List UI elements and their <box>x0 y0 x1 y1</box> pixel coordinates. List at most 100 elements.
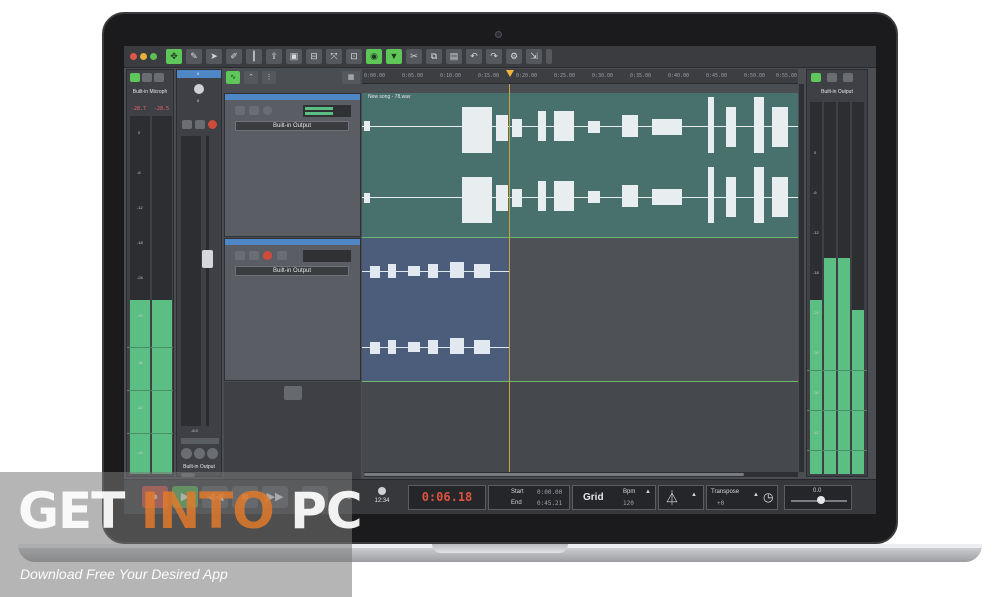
db-scale-label: 0 <box>814 150 817 155</box>
meter-divider <box>127 390 173 391</box>
end-value[interactable]: 0:45.21 <box>537 500 562 507</box>
metronome-icon[interactable]: ⏃ <box>665 488 679 508</box>
counter-value: 12:34 <box>374 498 390 504</box>
master-meter-3-level <box>838 258 850 474</box>
send-knob-icon[interactable] <box>194 448 205 459</box>
track-header-1[interactable]: Built-in Output <box>224 93 361 237</box>
undo-icon[interactable]: ↶ <box>466 49 482 64</box>
master-minus-button[interactable] <box>827 73 837 82</box>
mute-button[interactable] <box>182 120 192 129</box>
add-track-button[interactable] <box>284 386 302 400</box>
send-knob-icon[interactable] <box>181 448 192 459</box>
pencil-tool-icon[interactable]: ✎ <box>186 49 202 64</box>
ruler-tick: 0:00.00 <box>364 73 386 79</box>
track-2-solo-button[interactable] <box>249 251 259 260</box>
audio-clip-2[interactable] <box>362 238 509 381</box>
vertical-scrollbar[interactable] <box>799 84 804 472</box>
track-2-lane[interactable] <box>509 238 798 381</box>
snap-icon[interactable]: ◉ <box>366 49 382 64</box>
master-meter-2-level <box>824 258 836 474</box>
ruler-tick: 0:15.00 <box>478 73 500 79</box>
db-scale-label: -6 <box>813 190 817 195</box>
counter-dot-icon <box>378 487 386 495</box>
master-volume-knob[interactable] <box>817 496 825 504</box>
trim-icon[interactable]: ⊟ <box>306 49 322 64</box>
zoom-icon[interactable]: ⊡ <box>346 49 362 64</box>
bpm-stepper-icon[interactable]: ▲ <box>645 489 651 495</box>
input-monitor-button[interactable] <box>130 73 140 82</box>
waveform-1-right <box>362 167 798 223</box>
track-header-2[interactable]: Built-in Output <box>224 238 361 381</box>
db-scale-label: -12 <box>813 230 819 235</box>
pan-knob-icon[interactable] <box>194 84 204 94</box>
track-menu-icon[interactable]: ⋮ <box>262 71 276 84</box>
crop-icon[interactable]: ▣ <box>286 49 302 64</box>
transpose-stepper-icon[interactable]: ▲ <box>753 492 759 498</box>
export-icon[interactable]: ⇲ <box>526 49 542 64</box>
redo-icon[interactable]: ↷ <box>486 49 502 64</box>
meter-divider <box>807 410 867 411</box>
track-1-output-select[interactable]: Built-in Output <box>235 121 349 131</box>
fit-icon[interactable]: ⤧ <box>326 49 342 64</box>
record-arm-button[interactable] <box>208 120 217 129</box>
timeline-ruler[interactable]: 0:00.00 0:05.00 0:10.00 0:15.00 0:20.00 … <box>362 69 798 84</box>
horizontal-scrollbar[interactable] <box>364 472 798 477</box>
empty-lane[interactable] <box>362 382 798 472</box>
waveform-2-right <box>362 338 509 354</box>
waveform-1 <box>362 97 798 223</box>
import-icon[interactable]: ⇪ <box>266 49 282 64</box>
move-tool-icon[interactable]: ✥ <box>166 49 182 64</box>
envelope-icon[interactable]: ⌃ <box>244 71 258 84</box>
paste-icon[interactable]: ▤ <box>446 49 462 64</box>
clip-1-name: New song - 78.wav <box>368 94 411 100</box>
timeline-toggle-icon[interactable]: ▦ <box>342 71 360 84</box>
pointer-tool-icon[interactable]: ➤ <box>206 49 222 64</box>
input-peak-right: -28.5 <box>154 106 170 112</box>
audio-clip-1[interactable] <box>362 93 798 237</box>
copy-icon[interactable]: ⧉ <box>426 49 442 64</box>
ruler-tick: 0:55.00 <box>776 73 798 79</box>
transpose-value[interactable]: +0 <box>717 500 724 507</box>
zoom-window-icon[interactable] <box>150 53 157 60</box>
follow-icon[interactable]: ▼ <box>386 49 402 64</box>
watermark-get: GET <box>18 482 141 540</box>
db-scale-label: -12 <box>137 205 143 210</box>
db-scale-label: -18 <box>813 270 819 275</box>
close-window-icon[interactable] <box>130 53 137 60</box>
cut-icon[interactable]: ✂ <box>406 49 422 64</box>
db-scale-label: -36 <box>137 360 143 365</box>
toolbar-divider <box>546 49 552 64</box>
metronome-stepper-icon[interactable]: ▲ <box>691 492 697 498</box>
automation-icon[interactable]: ∿ <box>226 71 240 84</box>
daw-window: ✥ ✎ ➤ ✐ ┃ ⇪ ▣ ⊟ ⤧ ⊡ ◉ ▼ ✂ ⧉ ▤ ↶ ↷ ⚙ ⇲ Bu… <box>124 46 876 514</box>
track-2-record-button[interactable] <box>263 251 272 260</box>
solo-button[interactable] <box>195 120 205 129</box>
grid-button[interactable]: Grid <box>583 492 604 503</box>
draw-tool-icon[interactable]: ✐ <box>226 49 242 64</box>
track-2-mute-button[interactable] <box>235 251 245 260</box>
input-fx-button[interactable] <box>154 73 164 82</box>
volume-fader-handle[interactable] <box>202 250 213 268</box>
send-knob-icon[interactable] <box>207 448 218 459</box>
master-monitor-button[interactable] <box>811 73 821 82</box>
minimize-window-icon[interactable] <box>140 53 147 60</box>
ruler-tick: 0:45.00 <box>706 73 728 79</box>
track-1-mute-button[interactable] <box>235 106 245 115</box>
start-value[interactable]: 0:00.00 <box>537 489 562 496</box>
input-list-button[interactable] <box>142 73 152 82</box>
clock-icon[interactable]: ◷ <box>763 490 773 504</box>
channel-fader-strip: 0 8 -6.0 Built-in Output <box>176 69 222 477</box>
track-2-speaker-button[interactable] <box>277 251 287 260</box>
split-tool-icon[interactable]: ┃ <box>246 49 262 64</box>
master-close-button[interactable] <box>843 73 853 82</box>
settings-icon[interactable]: ⚙ <box>506 49 522 64</box>
input-meter-right-level <box>152 300 172 474</box>
db-scale-label: -42 <box>813 430 819 435</box>
track-2-output-select[interactable]: Built-in Output <box>235 266 349 276</box>
db-scale-label: 0 <box>138 130 141 135</box>
waveform-2-left <box>362 262 509 278</box>
horizontal-scrollbar-thumb[interactable] <box>364 473 744 476</box>
track-1-monitor-button[interactable] <box>263 106 272 115</box>
track-1-solo-button[interactable] <box>249 106 259 115</box>
bpm-value[interactable]: 120 <box>623 500 634 507</box>
